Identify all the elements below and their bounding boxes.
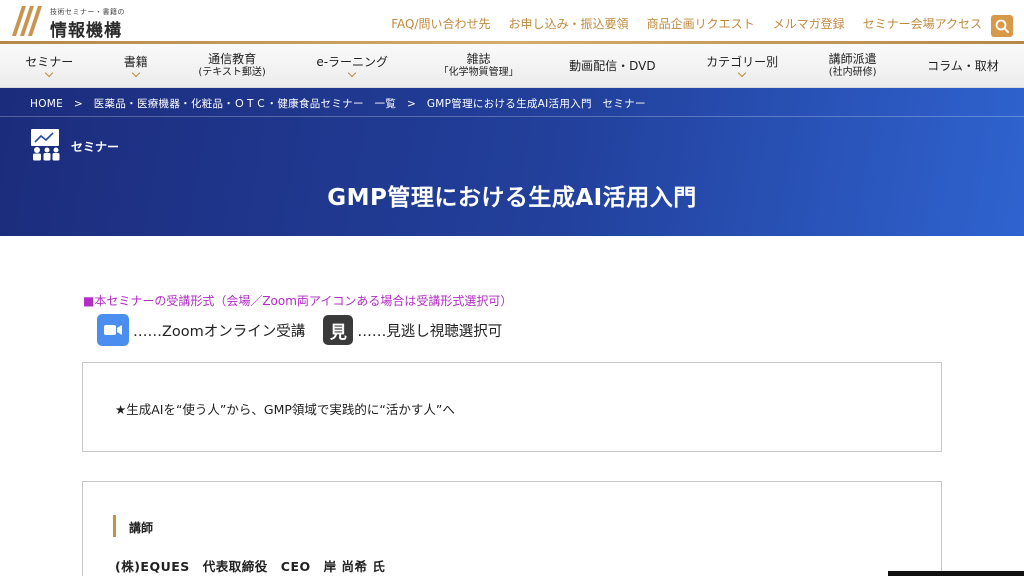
archive-format-text: ……見逃し視聴選択可 [357, 323, 503, 340]
logo-stripes-icon [12, 6, 42, 36]
seminar-icon [31, 129, 60, 161]
nav-label: カテゴリー別 [706, 55, 779, 69]
breadcrumb[interactable]: HOME > 医薬品・医療機器・化粧品・ＯＴＣ・健康食品セミナー 一覧 > GM… [30, 96, 646, 111]
nav-item-category[interactable]: カテゴリー別 [681, 44, 804, 87]
search-icon [995, 19, 1009, 33]
format-heading: ■本セミナーの受講形式（会場／Zoom両アイコンある場合は受講形式選択可） [83, 294, 513, 308]
application-link[interactable]: お申し込み・振込要領 [509, 15, 629, 32]
venue-access-link[interactable]: セミナー会場アクセス [863, 15, 982, 32]
nav-label: 書籍 [123, 55, 148, 69]
page-title: GMP管理における生成AI活用入門 [327, 185, 697, 211]
chevron-down-icon [45, 68, 54, 78]
newsletter-link[interactable]: メルマガ登録 [773, 15, 845, 32]
logo-name: 情報機構 [50, 21, 122, 41]
page-hero: HOME > 医薬品・医療機器・化粧品・ＯＴＣ・健康食品セミナー 一覧 > GM… [0, 88, 1024, 236]
nav-item-video[interactable]: 動画配信・DVD [544, 44, 681, 87]
nav-item-lecturer-dispatch[interactable]: 講師派遣 (社内研修) [803, 44, 902, 87]
nav-sublabel: (テキスト郵送) [198, 67, 266, 78]
nav-item-books[interactable]: 書籍 [99, 44, 174, 87]
chevron-down-icon [737, 68, 747, 78]
nav-item-magazine[interactable]: 雑誌 「化学物質管理」 [413, 44, 544, 87]
nav-sublabel: (社内研修) [828, 67, 877, 78]
lecturer-box: 講師 (株)EQUES 代表取締役 CEO 岸 尚希 氏 [82, 481, 942, 576]
utility-links: FAQ/問い合わせ先 お申し込み・振込要領 商品企画リクエスト メルマガ登録 セ… [373, 15, 982, 32]
catchcopy-box: ★生成AIを“使う人”から、GMP領域で実践的に“活かす人”へ [82, 362, 942, 452]
archive-viewing-icon: 見 [323, 315, 354, 345]
lecturer-heading: 講師 [129, 521, 154, 535]
faq-link[interactable]: FAQ/問い合わせ先 [391, 15, 490, 32]
chevron-down-icon [131, 68, 141, 78]
zoom-icon [97, 314, 129, 346]
product-request-link[interactable]: 商品企画リクエスト [647, 15, 755, 32]
global-nav: セミナー 書籍 通信教育 (テキスト郵送) e-ラーニング 雑誌 「化学物質管理… [0, 44, 1024, 88]
breadcrumb-divider [0, 116, 1024, 117]
section-accent-bar [113, 515, 116, 537]
site-logo[interactable]: 技術セミナー・書籍の 情報機構 [10, 4, 140, 41]
corner-shadow [888, 571, 1024, 576]
format-row: ……Zoomオンライン受講 見 ……見逃し視聴選択可 [97, 314, 502, 346]
category-label: セミナー [71, 140, 120, 154]
zoom-format-text: ……Zoomオンライン受講 [133, 323, 306, 340]
nav-label: 動画配信・DVD [569, 58, 656, 73]
chevron-down-icon [347, 68, 357, 78]
catchcopy-text: ★生成AIを“使う人”から、GMP領域で実践的に“活かす人”へ [115, 402, 455, 417]
nav-item-elearning[interactable]: e-ラーニング [291, 44, 413, 87]
nav-sublabel: 「化学物質管理」 [438, 67, 519, 78]
nav-item-seminar[interactable]: セミナー [0, 44, 99, 87]
search-button[interactable] [991, 15, 1013, 37]
nav-label: コラム・取材 [927, 58, 999, 73]
nav-label: 通信教育 [208, 52, 257, 66]
nav-label: e-ラーニング [316, 55, 389, 69]
nav-label: 講師派遣 [828, 52, 877, 66]
site-header: 技術セミナー・書籍の 情報機構 FAQ/問い合わせ先 お申し込み・振込要領 商品… [0, 0, 1024, 42]
nav-item-correspondence[interactable]: 通信教育 (テキスト郵送) [173, 44, 291, 87]
lecturer-name: (株)EQUES 代表取締役 CEO 岸 尚希 氏 [115, 559, 386, 574]
nav-label: 雑誌 [466, 52, 491, 66]
nav-item-column[interactable]: コラム・取材 [902, 44, 1024, 87]
nav-label: セミナー [25, 55, 74, 69]
